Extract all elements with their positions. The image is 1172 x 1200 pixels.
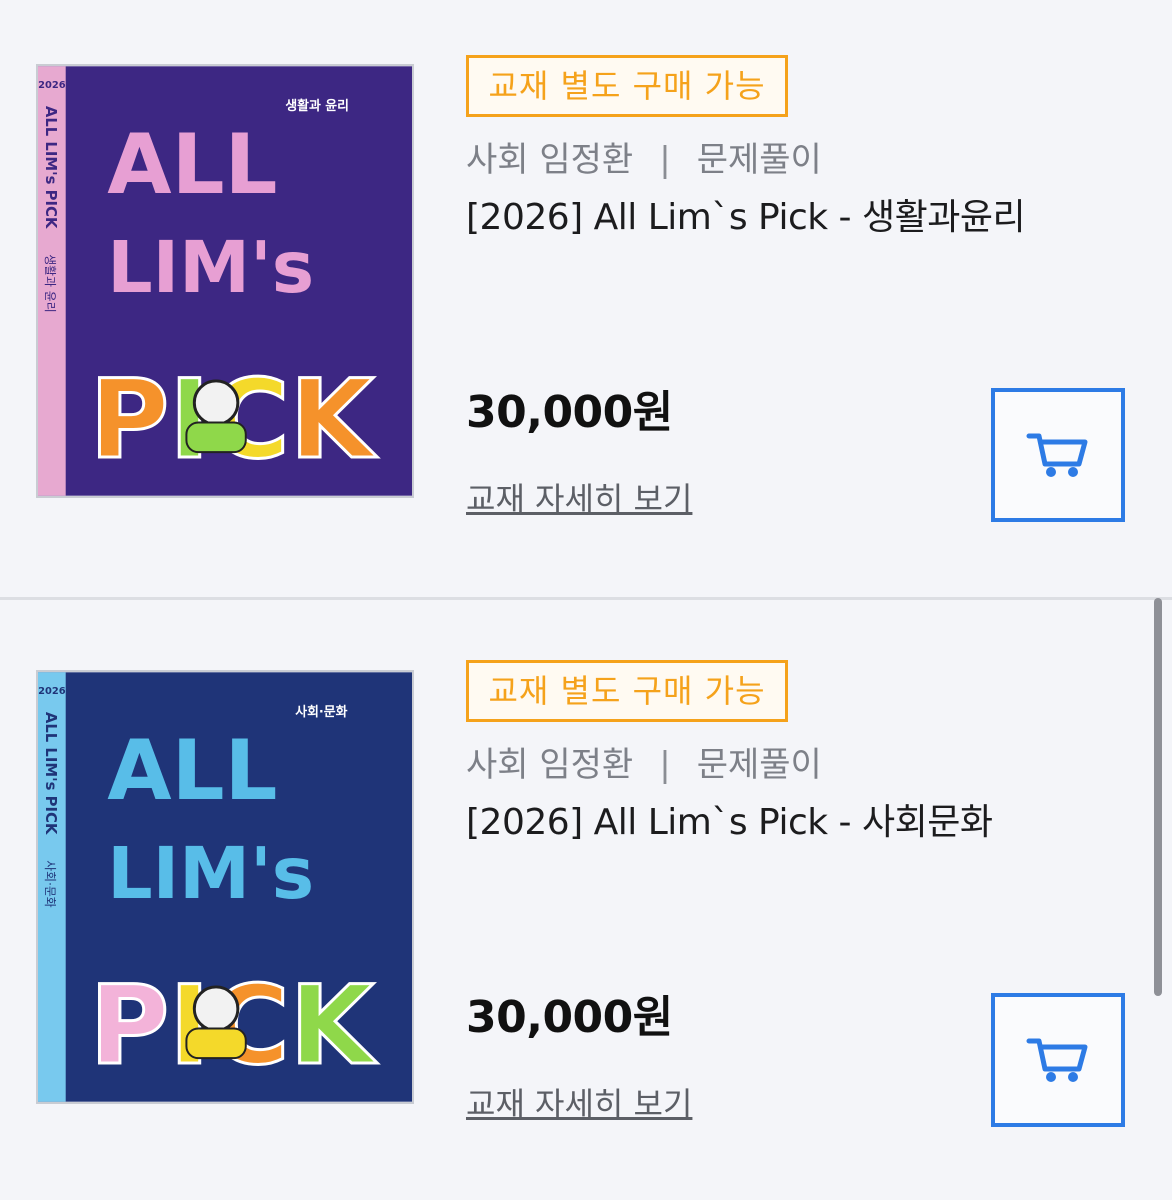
- cover-corner-label: 사회·문화: [295, 704, 347, 720]
- spine-title: ALL LIM's PICK: [42, 712, 59, 835]
- product-item: 2026 ALL LIM's PICK 생활과 윤리 생활과 윤리 ALL LI…: [0, 0, 1172, 598]
- meta-separator: |: [659, 745, 671, 785]
- shopping-cart-icon: [1026, 433, 1088, 477]
- product-category: 문제풀이: [696, 140, 822, 180]
- cover-pick-letters: PICK: [88, 355, 379, 485]
- product-category: 문제풀이: [696, 745, 822, 785]
- cover-pick-letter: P: [89, 356, 169, 483]
- svg-text:PICK: PICK: [89, 962, 377, 1089]
- teacher-name: 사회 임정환: [466, 140, 634, 180]
- view-details-link[interactable]: 교재 자세히 보기: [466, 474, 692, 520]
- scrollbar-thumb[interactable]: [1154, 598, 1162, 996]
- product-price: 30,000원: [466, 992, 673, 1043]
- spine-year: 2026: [38, 686, 66, 697]
- spine-subject: 사회·문화: [43, 860, 57, 908]
- spine-subject: 생활과 윤리: [43, 254, 57, 312]
- shopping-cart-icon: [1026, 1038, 1088, 1082]
- add-to-cart-button[interactable]: [991, 388, 1125, 522]
- cover-pick-letters: PICK: [88, 961, 379, 1091]
- product-title[interactable]: [2026] All Lim`s Pick - 생활과윤리: [466, 188, 1026, 240]
- book-cover-image[interactable]: 2026 ALL LIM's PICK 사회·문화 사회·문화 ALL LIM'…: [36, 670, 414, 1104]
- teacher-name: 사회 임정환: [466, 745, 634, 785]
- product-title[interactable]: [2026] All Lim`s Pick - 사회문화: [466, 793, 993, 845]
- cover-title-lims: LIM's: [107, 226, 314, 309]
- product-meta: 사회 임정환 | 문제풀이: [466, 132, 822, 181]
- cover-pick-letter: K: [290, 962, 378, 1089]
- cover-art: 2026 ALL LIM's PICK 생활과 윤리 생활과 윤리 ALL LI…: [38, 66, 412, 496]
- cover-character: [192, 379, 240, 426]
- separate-purchase-badge: 교재 별도 구매 가능: [466, 55, 788, 117]
- product-meta: 사회 임정환 | 문제풀이: [466, 737, 822, 786]
- spine-year: 2026: [38, 80, 66, 91]
- spine-title: ALL LIM's PICK: [42, 106, 59, 229]
- cover-character: [192, 985, 240, 1032]
- cover-corner-label: 생활과 윤리: [285, 98, 349, 114]
- view-details-link[interactable]: 교재 자세히 보기: [466, 1079, 692, 1125]
- cover-art: 2026 ALL LIM's PICK 사회·문화 사회·문화 ALL LIM'…: [38, 672, 412, 1102]
- product-item: 2026 ALL LIM's PICK 사회·문화 사회·문화 ALL LIM'…: [0, 597, 1172, 1198]
- cover-title-all: ALL: [107, 722, 277, 819]
- cover-pick-letter: P: [89, 962, 169, 1089]
- meta-separator: |: [659, 140, 671, 180]
- product-price: 30,000원: [466, 387, 673, 438]
- book-cover-image[interactable]: 2026 ALL LIM's PICK 생활과 윤리 생활과 윤리 ALL LI…: [36, 64, 414, 498]
- cover-title-all: ALL: [107, 116, 277, 213]
- add-to-cart-button[interactable]: [991, 993, 1125, 1127]
- cover-pick-letter: K: [290, 356, 378, 483]
- svg-text:PICK: PICK: [89, 356, 377, 483]
- cover-title-lims: LIM's: [107, 832, 314, 915]
- separate-purchase-badge: 교재 별도 구매 가능: [466, 660, 788, 722]
